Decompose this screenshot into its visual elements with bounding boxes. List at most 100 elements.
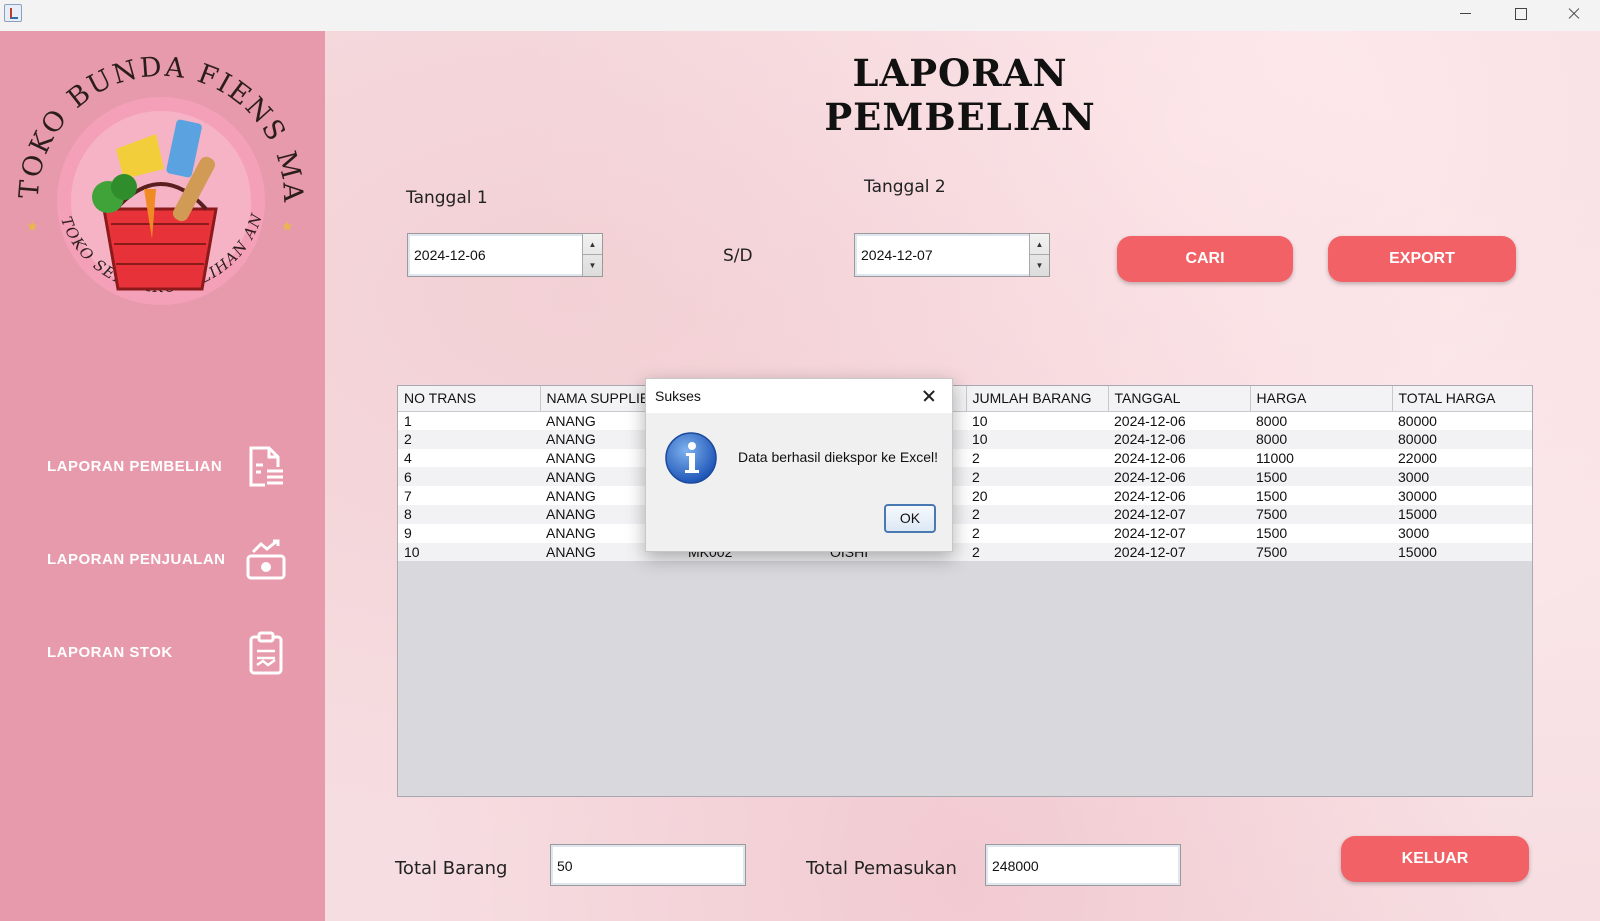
date2-spinner[interactable]: 2024-12-07 ▲ ▼	[854, 233, 1050, 277]
table-header-row: NO TRANS NAMA SUPPLIER JUMLAH BARANG TAN…	[398, 386, 1532, 412]
total-pemasukan-label: Total Pemasukan	[806, 858, 957, 879]
date2-label: Tanggal 2	[864, 177, 946, 197]
table-cell: 2024-12-07	[1108, 542, 1250, 562]
exit-button[interactable]: KELUAR	[1341, 836, 1529, 882]
table-cell: 9	[398, 523, 540, 543]
column-header[interactable]: TOTAL HARGA	[1392, 386, 1532, 412]
table-cell: 3000	[1392, 523, 1532, 543]
success-dialog: Sukses Data berhasil diekspor ke Excel! …	[645, 378, 953, 552]
table-row[interactable]: 7 ANANG 20 2024-12-06 1500 30000	[398, 486, 1532, 505]
close-icon[interactable]	[914, 383, 944, 409]
table-cell: 2	[966, 542, 1108, 562]
table-row[interactable]: 2 ANANG 10 2024-12-06 8000 80000	[398, 429, 1532, 449]
table-cell: 2	[966, 448, 1108, 468]
total-barang-field[interactable]: 50	[550, 844, 746, 886]
table-row[interactable]: 9 ANANG 2 2024-12-07 1500 3000	[398, 523, 1532, 543]
column-header[interactable]: TANGGAL	[1108, 386, 1251, 412]
date2-value: 2024-12-07	[861, 247, 933, 263]
purchase-table[interactable]: NO TRANS NAMA SUPPLIER JUMLAH BARANG TAN…	[397, 385, 1533, 797]
total-pemasukan-field[interactable]: 248000	[985, 844, 1181, 886]
date1-spinner[interactable]: 2024-12-06 ▲ ▼	[407, 233, 603, 277]
table-cell: 7	[398, 486, 540, 505]
column-header[interactable]: JUMLAH BARANG	[966, 386, 1109, 412]
dialog-message: Data berhasil diekspor ke Excel!	[738, 449, 938, 465]
table-cell: 1500	[1250, 467, 1392, 487]
table-cell: 80000	[1392, 429, 1532, 449]
table-cell: 2	[966, 467, 1108, 487]
nav-laporan-pembelian[interactable]: LAPORAN PEMBELIAN	[47, 443, 297, 493]
table-row[interactable]: 1 ANANG 10 2024-12-06 8000 80000	[398, 411, 1532, 430]
table-cell: 2024-12-07	[1108, 504, 1250, 524]
spinner-down-icon[interactable]: ▼	[583, 255, 602, 276]
table-cell: 15000	[1392, 542, 1532, 562]
page-title: LAPORAN PEMBELIAN	[824, 51, 1096, 139]
nav-laporan-stok[interactable]: LAPORAN STOK	[47, 629, 297, 679]
table-cell: 2	[398, 429, 540, 449]
table-cell: 1500	[1250, 523, 1392, 543]
table-cell: 2024-12-06	[1108, 429, 1250, 449]
table-cell: 10	[398, 542, 540, 562]
table-cell: 4	[398, 448, 540, 468]
minimize-button[interactable]	[1439, 0, 1493, 31]
table-cell: 11000	[1250, 448, 1392, 468]
table-cell: 8000	[1250, 429, 1392, 449]
table-cell: 10	[966, 411, 1108, 430]
table-cell: 2024-12-06	[1108, 467, 1250, 487]
column-header[interactable]: NO TRANS	[398, 386, 541, 412]
table-cell: 20	[966, 486, 1108, 505]
table-row[interactable]: 10ANANGMK002OISHI22024-12-07750015000	[398, 542, 1532, 562]
table-cell: 8000	[1250, 411, 1392, 430]
spinner-up-icon[interactable]: ▲	[1030, 234, 1049, 255]
table-cell: 1500	[1250, 486, 1392, 505]
nav-label-stok: LAPORAN STOK	[47, 644, 173, 661]
table-row[interactable]: 8 ANANG 2 2024-12-07 7500 15000	[398, 504, 1532, 524]
table-cell: 10	[966, 429, 1108, 449]
spinner-down-icon[interactable]: ▼	[1030, 255, 1049, 276]
table-cell: 7500	[1250, 504, 1392, 524]
table-cell: 80000	[1392, 411, 1532, 430]
date1-value: 2024-12-06	[414, 247, 486, 263]
table-cell: 2	[966, 523, 1108, 543]
dialog-titlebar: Sukses	[646, 379, 952, 413]
table-row[interactable]: 4 ANANG 2 2024-12-06 11000 22000	[398, 448, 1532, 468]
spinner-up-icon[interactable]: ▲	[583, 234, 602, 255]
money-icon	[246, 539, 286, 580]
total-barang-label: Total Barang	[395, 858, 508, 879]
table-cell: 8	[398, 504, 540, 524]
date-separator: S/D	[723, 246, 753, 266]
table-cell: 2024-12-06	[1108, 411, 1250, 430]
table-row[interactable]: 6 ANANG 2 2024-12-06 1500 3000	[398, 467, 1532, 487]
search-button[interactable]: CARI	[1117, 236, 1293, 282]
date1-arrows: ▲ ▼	[582, 234, 602, 276]
maximize-button[interactable]	[1493, 0, 1547, 31]
date1-label: Tanggal 1	[406, 188, 488, 208]
table-cell: 2	[966, 504, 1108, 524]
table-cell: 7500	[1250, 542, 1392, 562]
store-logo: TOKO BUNDA FIENS MART TOKO SEMBAKO PILIH…	[16, 49, 306, 305]
svg-text:★: ★	[26, 218, 39, 234]
table-cell: 15000	[1392, 504, 1532, 524]
column-header[interactable]: HARGA	[1250, 386, 1393, 412]
info-icon	[665, 432, 717, 484]
svg-text:★: ★	[281, 218, 294, 234]
ok-button[interactable]: OK	[884, 504, 936, 533]
close-window-button[interactable]	[1547, 0, 1600, 31]
clipboard-icon	[249, 631, 283, 675]
table-cell: 22000	[1392, 448, 1532, 468]
nav-label-pembelian: LAPORAN PEMBELIAN	[47, 458, 223, 475]
table-cell: 1	[398, 411, 540, 430]
main-panel: LAPORAN PEMBELIAN Tanggal 1 2024-12-06 ▲…	[325, 31, 1600, 921]
table-cell: 3000	[1392, 467, 1532, 487]
total-barang-value: 50	[557, 858, 573, 874]
document-icon	[249, 446, 285, 487]
table-cell: 6	[398, 467, 540, 487]
export-button[interactable]: EXPORT	[1328, 236, 1516, 282]
window-titlebar	[0, 0, 1600, 31]
nav-laporan-penjualan[interactable]: LAPORAN PENJUALAN	[47, 536, 297, 586]
java-cup-icon	[4, 4, 22, 22]
total-pemasukan-value: 248000	[992, 858, 1039, 874]
table-cell: 30000	[1392, 486, 1532, 505]
table-cell: 2024-12-06	[1108, 448, 1250, 468]
table-cell: 2024-12-07	[1108, 523, 1250, 543]
dialog-title: Sukses	[655, 388, 701, 404]
